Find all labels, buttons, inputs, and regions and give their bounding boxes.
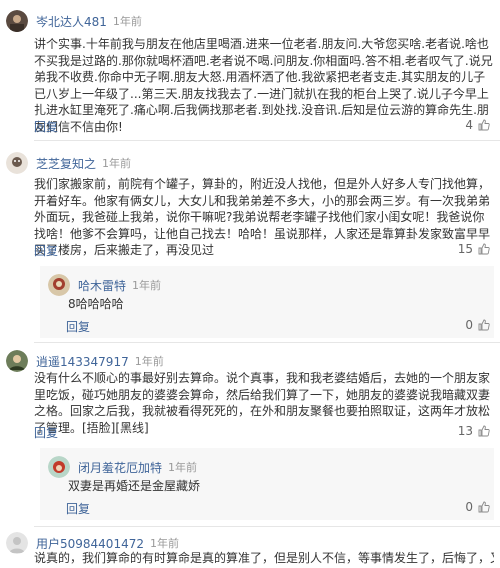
timestamp: 1年前 — [134, 355, 164, 368]
username[interactable]: 闭月羞花厄加特 — [78, 459, 162, 476]
sub-reply-header: 闭月羞花厄加特 1年前 — [48, 454, 197, 480]
like-button[interactable]: 15 — [458, 242, 490, 256]
comment-header: 岑北达人481 1年前 — [6, 8, 142, 34]
avatar[interactable] — [6, 350, 28, 372]
username[interactable]: 逍遥143347917 — [36, 353, 129, 370]
comment-item: 岑北达人481 1年前 讲个实事.十年前我与朋友在他店里喝酒.进来一位老者.朋友… — [0, 0, 500, 141]
comment-text: 我们家搬家前，前院有个罐子，算卦的，附近没人找他，但是外人好多人专门找他算，开着… — [34, 177, 491, 257]
sub-reply: 闭月羞花厄加特 1年前 双妻是再婚还是金屋藏娇 回复 0 — [40, 448, 494, 520]
reply-button[interactable]: 回复 — [34, 424, 58, 441]
timestamp: 1年前 — [149, 537, 179, 550]
comment-text: 没有什么不顺心的事最好别去算命。说个真事，我和我老婆结婚后，去她的一个朋友家里吃… — [34, 371, 491, 435]
sub-reply-text: 双妻是再婚还是金屋藏娇 — [68, 479, 201, 493]
divider — [34, 140, 500, 141]
like-button[interactable]: 4 — [465, 118, 490, 132]
timestamp: 1年前 — [168, 461, 198, 474]
avatar[interactable] — [6, 152, 28, 174]
thumb-up-icon — [478, 319, 490, 331]
avatar[interactable] — [48, 456, 70, 478]
sub-reply-text: 8哈哈哈哈 — [68, 297, 124, 311]
username[interactable]: 用户50984401472 — [36, 535, 144, 552]
like-count: 0 — [465, 318, 473, 332]
thumb-up-icon — [478, 425, 490, 437]
thumb-up-icon — [478, 243, 490, 255]
comment-text: 说真的，我们算命的有时算命是真的算准了，但是别人不信，等事情发生了，后悔了，又迟… — [34, 551, 494, 565]
like-count: 4 — [465, 118, 473, 132]
thumb-up-icon — [478, 501, 490, 513]
username[interactable]: 芝芝复知之 — [36, 155, 96, 172]
like-count: 13 — [457, 424, 473, 438]
timestamp: 1年前 — [102, 157, 132, 170]
divider — [34, 526, 500, 527]
reply-button[interactable]: 回复 — [34, 118, 58, 135]
sub-reply-header: 哈木雷特 1年前 — [48, 272, 161, 298]
avatar[interactable] — [6, 10, 28, 32]
reply-button[interactable]: 回复 — [66, 500, 90, 517]
avatar[interactable] — [48, 274, 70, 296]
like-button[interactable]: 0 — [465, 500, 490, 514]
comment-text: 讲个实事.十年前我与朋友在他店里喝酒.进来一位老者.朋友问.大爷您买啥.老者说.… — [34, 37, 493, 134]
sub-reply: 哈木雷特 1年前 8哈哈哈哈 回复 0 — [40, 266, 494, 338]
like-count: 0 — [465, 500, 473, 514]
avatar[interactable] — [6, 532, 28, 554]
username[interactable]: 岑北达人481 — [36, 13, 107, 30]
like-count: 15 — [457, 242, 473, 256]
username[interactable]: 哈木雷特 — [78, 277, 126, 294]
reply-button[interactable]: 回复 — [66, 318, 90, 335]
timestamp: 1年前 — [132, 279, 162, 292]
comment-list: 岑北达人481 1年前 讲个实事.十年前我与朋友在他店里喝酒.进来一位老者.朋友… — [0, 0, 500, 568]
like-button[interactable]: 0 — [465, 318, 490, 332]
thumb-up-icon — [478, 119, 490, 131]
comment-header: 芝芝复知之 1年前 — [6, 150, 131, 176]
timestamp: 1年前 — [112, 15, 142, 28]
like-button[interactable]: 13 — [458, 424, 490, 438]
divider — [34, 342, 500, 343]
reply-button[interactable]: 回复 — [34, 242, 58, 259]
